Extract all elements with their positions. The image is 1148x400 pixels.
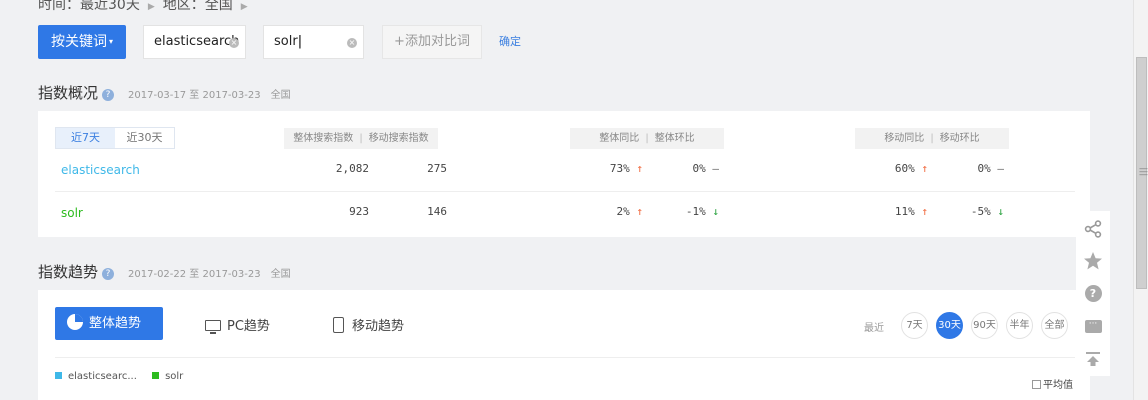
back-to-top-icon[interactable] [1076,343,1110,375]
period-half-year[interactable]: 半年 [1006,312,1033,339]
overall-yoy-value: 2% ↑ [616,205,644,218]
mobile-yoy-value: 60% ↑ [894,162,928,175]
overall-change-header: 整体同比 | 整体环比 [570,128,724,149]
chart-legend: elasticsearc... solr [55,371,195,382]
arrow-up-icon: ↑ [921,205,928,218]
chevron-right-icon: ▶ [147,2,155,12]
overall-mom-value: -1% ↓ [685,205,719,218]
trend-region: 全国 [270,269,291,280]
overall-index-value: 923 [349,205,369,218]
mobile-phone-icon [333,317,344,333]
confirm-link[interactable]: 确定 [499,25,521,59]
overview-section-header: 指数概况? 2017-03-17 至 2017-03-23 全国 [38,82,291,103]
table-row: elasticsearch 2,082 275 73% ↑ 0% — 60% ↑… [55,149,1075,192]
dash-icon: — [712,162,719,175]
recent-label: 最近 [864,323,884,334]
table-row: solr 923 146 2% ↑ -1% ↓ 11% ↑ -5% ↓ [55,192,1075,235]
region-filter-label[interactable]: 地区：全国 [163,0,233,13]
search-index-header: 整体搜索指数 | 移动搜索指数 [284,128,438,149]
legend-item[interactable]: solr [152,371,183,382]
star-icon[interactable] [1076,245,1110,277]
clear-icon[interactable]: × [347,38,357,48]
checkbox[interactable] [1032,380,1041,389]
overall-index-value: 2,082 [335,162,369,175]
dash-icon: — [997,162,1004,175]
mobile-change-header: 移动同比 | 移动环比 [855,128,1009,149]
overall-yoy-value: 73% ↑ [609,162,643,175]
add-compare-button[interactable]: +添加对比词 [382,25,482,59]
scrollbar-thumb[interactable]: — — — [1136,57,1148,289]
arrow-up-icon: ↑ [636,205,643,218]
pie-chart-icon [67,314,83,330]
help-icon[interactable]: ? [102,89,115,101]
monitor-icon [205,320,221,334]
trend-title: 指数趋势 [38,263,99,281]
overall-mom-value: 0% — [692,162,720,175]
time-filter-label[interactable]: 时间：最近30天 [38,0,140,13]
legend-swatch [55,372,62,379]
overview-region: 全国 [270,90,291,101]
trend-section-header: 指数趋势? 2017-02-22 至 2017-03-23 全国 [38,261,291,282]
grip-icon: — — — [1139,164,1148,180]
share-icon[interactable] [1076,213,1110,245]
arrow-down-icon: ↓ [997,205,1004,218]
feedback-icon[interactable]: ··· [1076,310,1110,342]
chevron-right-icon: ▶ [240,2,248,12]
caret-down-icon: ▾ [108,37,113,46]
tab-7-days[interactable]: 近7天 [56,128,115,148]
range-tabs: 近7天 近30天 [55,127,175,149]
arrow-down-icon: ↓ [712,205,719,218]
keyword-type-button[interactable]: 按关键词 ▾ [38,25,126,59]
period-7-days[interactable]: 7天 [901,312,928,339]
clear-icon[interactable]: × [229,38,239,48]
plus-icon: + [394,34,405,49]
tab-30-days[interactable]: 近30天 [115,128,174,148]
trend-panel: 整体趋势 PC趋势 移动趋势 最近 7天 30天 90天 半年 全部 elast… [38,290,1090,400]
period-all[interactable]: 全部 [1041,312,1068,339]
arrow-up-icon: ↑ [921,162,928,175]
period-90-days[interactable]: 90天 [971,312,998,339]
help-icon[interactable]: ? [1076,277,1110,309]
keyword-search-bar: 按关键词 ▾ elasticsearch × solr| × +添加对比词 确定 [38,25,638,59]
mobile-index-value: 275 [427,162,447,175]
overview-daterange: 2017-03-17 至 2017-03-23 [128,90,261,101]
help-icon[interactable]: ? [102,268,115,280]
tab-pc-trend[interactable]: PC趋势 [205,315,270,334]
arrow-up-icon: ↑ [636,162,643,175]
mobile-mom-value: -5% ↓ [970,205,1004,218]
overview-title: 指数概况 [38,84,99,102]
trend-daterange: 2017-02-22 至 2017-03-23 [128,269,261,280]
overview-panel: 近7天 近30天 整体搜索指数 | 移动搜索指数 整体同比 | 整体环比 移动同比 | 移动… [38,111,1090,237]
keyword-name[interactable]: solr [61,206,83,220]
legend-swatch [152,372,160,379]
filter-summary: 时间：最近30天 ▶ 地区：全国 ▶ [38,0,256,14]
tab-overall-trend[interactable]: 整体趋势 [55,307,163,340]
mobile-index-value: 146 [427,205,447,218]
average-toggle[interactable]: 平均值 [1032,376,1073,391]
period-30-days[interactable]: 30天 [936,312,963,339]
mobile-mom-value: 0% — [977,162,1005,175]
page-scrollbar[interactable]: — — — [1133,0,1148,400]
divider [55,357,1075,358]
tab-mobile-trend[interactable]: 移动趋势 [333,315,404,334]
keyword-input-1[interactable]: elasticsearch × [143,25,246,59]
mobile-yoy-value: 11% ↑ [894,205,928,218]
keyword-input-2[interactable]: solr| × [263,25,364,59]
side-toolbar: ? ··· [1076,211,1110,376]
legend-item[interactable]: elasticsearc... [55,371,137,382]
keyword-name[interactable]: elasticsearch [61,163,140,177]
